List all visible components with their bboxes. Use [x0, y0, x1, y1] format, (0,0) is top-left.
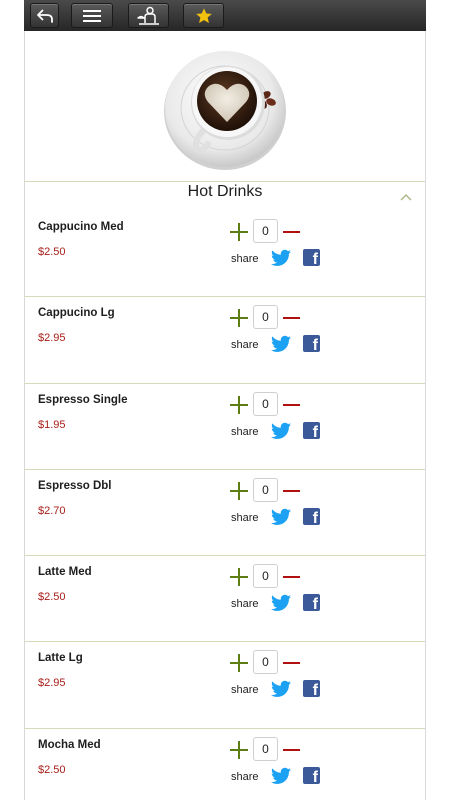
increase-quantity-button[interactable]	[230, 309, 248, 328]
item-price: $2.50	[38, 763, 66, 776]
share-label: share	[231, 511, 259, 524]
menu-item: Cappucino Med $2.50 share f	[25, 211, 425, 298]
share-label: share	[231, 253, 259, 265]
item-name: Cappucino Lg	[38, 307, 115, 320]
twitter-icon[interactable]	[271, 422, 291, 440]
share-label: share	[231, 598, 259, 611]
share-label: share	[231, 770, 259, 783]
waiter-button[interactable]	[128, 3, 169, 28]
item-name: Latte Med	[38, 566, 92, 579]
menu-item: Espresso Single $1.95 share f	[25, 384, 425, 470]
menu-button[interactable]	[71, 3, 113, 28]
item-price: $2.95	[38, 677, 66, 690]
decrease-quantity-button[interactable]	[283, 226, 300, 238]
waiter-icon	[136, 6, 159, 25]
item-price: $2.50	[38, 246, 66, 258]
menu-item: Latte Lg $2.95 share f	[25, 642, 425, 729]
star-icon	[195, 7, 212, 23]
menu-item: Latte Med $2.50 share f	[25, 556, 425, 643]
quantity-input[interactable]	[253, 305, 278, 330]
decrease-quantity-button[interactable]	[283, 571, 300, 583]
item-price: $2.50	[38, 591, 66, 604]
increase-quantity-button[interactable]	[230, 481, 248, 500]
item-name: Latte Lg	[38, 652, 83, 665]
section-title: Hot Drinks	[187, 183, 263, 200]
item-name: Cappucino Med	[38, 221, 124, 233]
menu-page: Hot Drinks Cappucino Med $2.50 share f C…	[24, 31, 426, 800]
share-label: share	[231, 339, 259, 352]
increase-quantity-button[interactable]	[230, 568, 248, 587]
item-price: $1.95	[38, 418, 66, 431]
decrease-quantity-button[interactable]	[283, 744, 300, 756]
quantity-input[interactable]	[253, 391, 278, 416]
hamburger-menu-icon	[83, 9, 101, 22]
facebook-icon[interactable]: f	[303, 249, 320, 266]
item-name: Mocha Med	[38, 738, 101, 751]
quantity-input[interactable]	[253, 736, 278, 761]
back-button[interactable]	[30, 3, 59, 28]
decrease-quantity-button[interactable]	[283, 657, 300, 669]
share-label: share	[231, 425, 259, 438]
facebook-icon[interactable]: f	[303, 421, 320, 439]
twitter-icon[interactable]	[271, 508, 291, 526]
item-name: Espresso Single	[38, 393, 128, 406]
increase-quantity-button[interactable]	[230, 654, 248, 673]
menu-item: Cappucino Lg $2.95 share f	[25, 297, 425, 384]
quantity-input[interactable]	[253, 219, 278, 243]
hero-banner	[25, 31, 425, 181]
chevron-up-icon[interactable]	[400, 193, 412, 201]
item-price: $2.70	[38, 504, 66, 517]
top-toolbar	[24, 0, 426, 31]
twitter-icon[interactable]	[271, 594, 291, 612]
section-header[interactable]: Hot Drinks	[25, 181, 425, 211]
coffee-cup-icon	[164, 51, 286, 170]
twitter-icon[interactable]	[271, 767, 291, 785]
item-name: Espresso Dbl	[38, 479, 112, 492]
twitter-icon[interactable]	[271, 249, 291, 267]
facebook-icon[interactable]: f	[303, 507, 320, 525]
quantity-input[interactable]	[253, 564, 278, 589]
increase-quantity-button[interactable]	[230, 223, 248, 241]
menu-item-list: Cappucino Med $2.50 share f Cappucino Lg…	[25, 211, 425, 800]
share-label: share	[231, 684, 259, 697]
menu-item: Mocha Med $2.50 share f	[25, 729, 425, 800]
facebook-icon[interactable]: f	[303, 335, 320, 353]
decrease-quantity-button[interactable]	[283, 399, 300, 411]
twitter-icon[interactable]	[271, 335, 291, 353]
facebook-icon[interactable]: f	[303, 594, 320, 612]
quantity-input[interactable]	[253, 477, 278, 502]
menu-item: Espresso Dbl $2.70 share f	[25, 470, 425, 557]
quantity-input[interactable]	[253, 650, 278, 675]
favorites-button[interactable]	[183, 3, 224, 28]
decrease-quantity-button[interactable]	[283, 312, 300, 324]
facebook-icon[interactable]: f	[303, 766, 320, 784]
twitter-icon[interactable]	[271, 680, 291, 698]
increase-quantity-button[interactable]	[230, 740, 248, 759]
increase-quantity-button[interactable]	[230, 395, 248, 414]
item-price: $2.95	[38, 332, 66, 345]
facebook-icon[interactable]: f	[303, 680, 320, 698]
back-arrow-icon	[36, 8, 53, 23]
decrease-quantity-button[interactable]	[283, 485, 300, 497]
